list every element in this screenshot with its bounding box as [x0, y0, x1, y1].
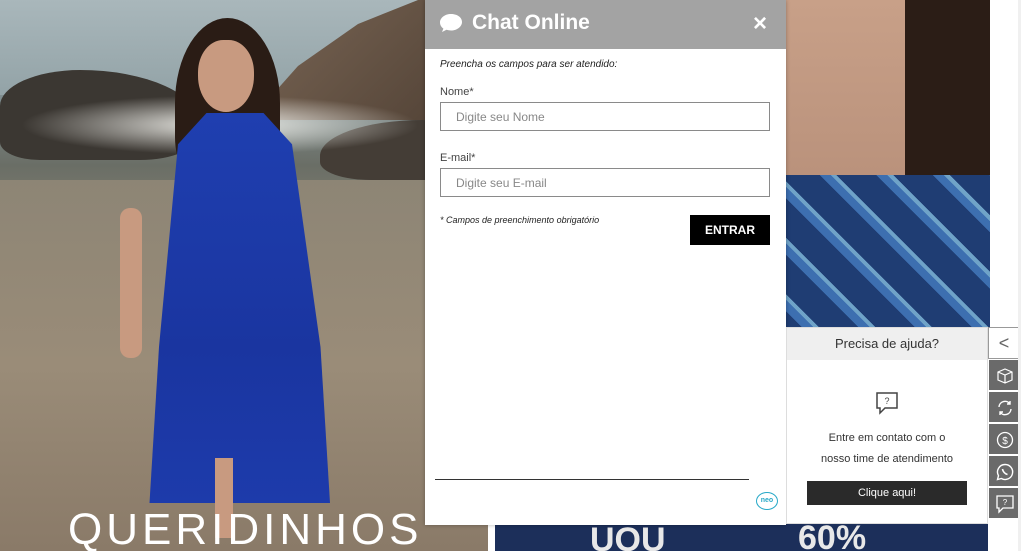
promo-text: UOU — [590, 523, 666, 551]
hero-banner-left[interactable]: QUERIDINHOS — [0, 0, 488, 551]
hero-caption: QUERIDINHOS — [68, 505, 423, 551]
enter-button[interactable]: ENTRAR — [690, 215, 770, 245]
svg-text:$: $ — [1002, 436, 1008, 447]
name-label: Nome* — [440, 86, 474, 98]
neo-logo: neo — [756, 492, 778, 510]
promo-banner-strip[interactable]: 60% — [788, 523, 988, 551]
help-contact-button[interactable]: Clique aqui! — [807, 481, 967, 505]
name-input[interactable] — [440, 102, 770, 131]
close-icon[interactable]: × — [748, 12, 772, 36]
email-input[interactable] — [440, 168, 770, 197]
svg-text:?: ? — [1003, 498, 1008, 507]
chat-bubble-icon — [440, 14, 462, 32]
sidebar-collapse-toggle[interactable]: < — [988, 327, 1020, 359]
required-fields-note: * Campos de preenchimento obrigatório — [440, 215, 600, 225]
chat-title: Chat Online — [472, 11, 590, 34]
exchange-icon — [998, 400, 1012, 416]
page: QUERIDINHOS UOU 60% Chat Online × Preenc… — [0, 0, 1021, 551]
box-icon — [997, 368, 1013, 384]
money-icon: $ — [996, 431, 1014, 449]
help-chat-icon: ? — [996, 495, 1014, 514]
hero-model — [120, 18, 330, 538]
help-description-line: nosso time de atendimento — [820, 453, 954, 465]
chat-panel: Chat Online × Preencha os campos para se… — [425, 0, 786, 525]
chat-header: Chat Online × — [425, 0, 786, 49]
help-description: Entre em contato com o nosso time de ate… — [787, 428, 987, 470]
sidebar-item-delivery[interactable] — [988, 359, 1020, 391]
chat-footer-divider — [435, 479, 749, 480]
sidebar-item-whatsapp[interactable] — [988, 455, 1020, 487]
sidebar-item-exchange[interactable] — [988, 391, 1020, 423]
email-label: E-mail* — [440, 152, 476, 164]
promo-banner-strip[interactable]: UOU — [495, 523, 788, 551]
whatsapp-icon — [996, 463, 1014, 481]
question-chat-icon: ? — [876, 392, 898, 415]
chat-instructions: Preencha os campos para ser atendido: — [440, 59, 618, 70]
sidebar-item-payment[interactable]: $ — [988, 423, 1020, 455]
sidebar-item-help[interactable]: ? — [988, 487, 1020, 519]
promo-text: 60% — [798, 523, 867, 551]
hero-banner-right[interactable] — [785, 0, 990, 330]
help-title: Precisa de ajuda? — [787, 328, 987, 360]
svg-text:?: ? — [884, 396, 889, 406]
help-description-line: Entre em contato com o — [828, 432, 946, 444]
help-widget: Precisa de ajuda? ? Entre em contato com… — [786, 327, 988, 524]
